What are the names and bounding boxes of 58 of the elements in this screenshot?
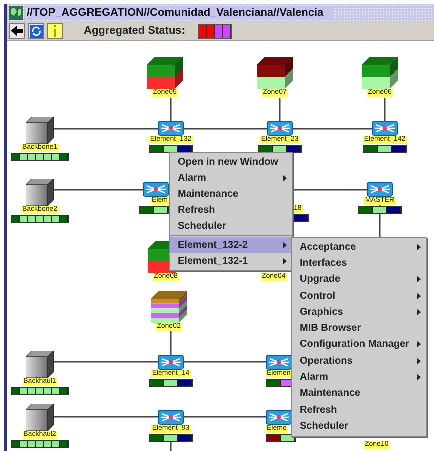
status-bar: [363, 145, 407, 153]
refresh-button[interactable]: [28, 23, 44, 39]
menu-item[interactable]: Refresh: [170, 202, 292, 218]
switch-icon: [266, 410, 292, 425]
menu-item[interactable]: Interfaces: [292, 255, 426, 272]
aggregated-status-indicator: [198, 24, 232, 38]
server-cube-icon: [26, 351, 54, 378]
menu-item[interactable]: Configuration Manager: [292, 336, 426, 354]
status-bar: [11, 387, 69, 395]
menu-item[interactable]: Refresh: [292, 402, 426, 418]
refresh-icon: [30, 24, 42, 38]
switch-icon: [158, 121, 184, 136]
aggregated-status-label: Aggregated Status:: [84, 25, 186, 37]
status-bar: [149, 434, 193, 442]
switch-icon: [267, 121, 293, 136]
map-icon: [9, 6, 23, 20]
server-cube-icon: [26, 179, 54, 206]
menu-item[interactable]: MIB Browser: [292, 320, 426, 337]
status-bar: [149, 379, 193, 387]
switch-icon: [266, 355, 292, 370]
window-title: //TOP_AGGREGATION//Comunidad_Valenciana//Valencia: [27, 7, 334, 19]
menu-item[interactable]: Operations: [292, 353, 426, 370]
status-bar: [266, 434, 296, 442]
switch-icon: [158, 410, 184, 425]
zone-cube-icon: [151, 291, 187, 323]
menu-item[interactable]: Open in new Window: [170, 154, 292, 170]
server-cube-icon: [26, 404, 54, 431]
menu-item[interactable]: Scheduler: [292, 418, 426, 435]
menu-item[interactable]: Control: [292, 288, 426, 304]
status-bar: [358, 206, 402, 214]
back-arrow-icon: [11, 26, 23, 36]
switch-icon: [367, 182, 393, 197]
info-icon: [53, 25, 57, 37]
back-button[interactable]: [9, 23, 25, 39]
menu-item[interactable]: Alarm: [292, 369, 426, 386]
zone-cube-icon: [257, 57, 293, 89]
menu-item[interactable]: Upgrade: [292, 272, 426, 288]
server-cube-icon: [26, 117, 54, 144]
info-button[interactable]: [47, 23, 63, 39]
zone-cube-icon: [362, 57, 398, 89]
status-bar: [149, 145, 193, 153]
switch-icon: [143, 182, 169, 197]
status-bar: [139, 206, 169, 214]
menu-item[interactable]: Graphics: [292, 304, 426, 320]
status-bar: [11, 440, 69, 448]
status-bar: [11, 215, 69, 223]
menu-item[interactable]: Maintenance: [292, 386, 426, 402]
status-bar: [11, 153, 69, 161]
status-bar: [293, 214, 309, 222]
switch-icon: [372, 121, 398, 136]
menu-item[interactable]: Element_132-1: [170, 253, 292, 269]
menu-item[interactable]: Acceptance: [292, 239, 426, 256]
zone-cube-icon: [147, 57, 183, 89]
menu-item[interactable]: Element_132-2: [170, 237, 292, 253]
switch-icon: [158, 355, 184, 370]
menu-item[interactable]: Maintenance: [170, 186, 292, 202]
menu-item[interactable]: Alarm: [170, 170, 292, 186]
menu-item[interactable]: Scheduler: [170, 218, 292, 234]
